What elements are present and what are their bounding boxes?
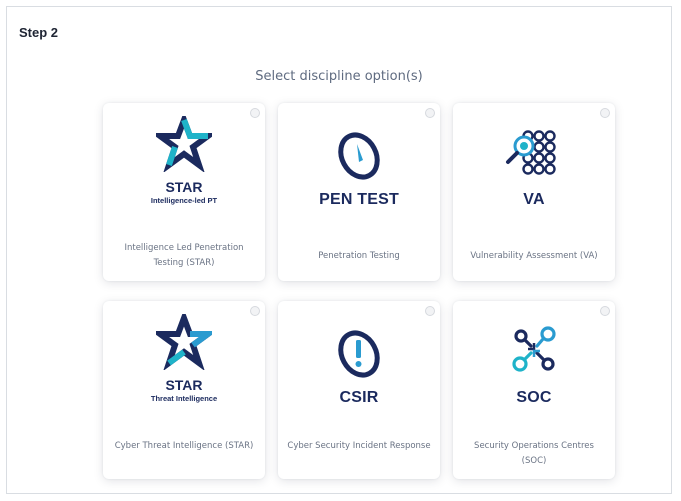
discipline-card-star-ti[interactable]: STAR Threat Intelligence Cyber Threat In…: [103, 301, 265, 479]
logo-title: CSIR: [339, 389, 379, 406]
step-title: Step 2: [19, 25, 59, 40]
select-discipline-heading: Select discipline option(s): [255, 69, 423, 84]
csir-icon: [278, 323, 440, 385]
logo-subtitle: Intelligence-led PT: [150, 196, 218, 205]
card-caption: Cyber Security Incident Response: [287, 441, 431, 451]
star-icon: [103, 311, 265, 373]
logo-title: VA: [523, 191, 545, 208]
card-select-radio[interactable]: [425, 108, 435, 118]
card-select-radio[interactable]: [600, 306, 610, 316]
discipline-card-star-pt[interactable]: STAR Intelligence-led PT Intelligence Le…: [103, 103, 265, 281]
logo-title: SOC: [516, 389, 552, 406]
card-caption: Penetration Testing: [318, 251, 400, 261]
discipline-card-va[interactable]: VA Vulnerability Assessment (VA): [453, 103, 615, 281]
logo-subtitle: Threat Intelligence: [150, 394, 218, 403]
soc-icon: [453, 319, 615, 381]
pen-test-icon: [278, 125, 440, 187]
discipline-card-soc[interactable]: SOC Security Operations Centres (SOC): [453, 301, 615, 479]
va-icon: [453, 123, 615, 185]
discipline-card-pen-test[interactable]: PEN TEST Penetration Testing: [278, 103, 440, 281]
logo-title: STAR: [165, 377, 203, 393]
step-panel: Step 2 Select discipline option(s) STAR …: [6, 6, 672, 494]
card-caption: Intelligence Led Penetration Testing (ST…: [124, 243, 244, 268]
card-caption: Security Operations Centres (SOC): [474, 441, 594, 466]
star-icon: [103, 113, 265, 175]
logo-title: STAR: [165, 179, 203, 195]
card-select-radio[interactable]: [600, 108, 610, 118]
logo-title: PEN TEST: [319, 191, 399, 208]
discipline-card-csir[interactable]: CSIR Cyber Security Incident Response: [278, 301, 440, 479]
card-caption: Cyber Threat Intelligence (STAR): [114, 441, 254, 451]
card-select-radio[interactable]: [425, 306, 435, 316]
card-caption: Vulnerability Assessment (VA): [470, 251, 598, 261]
